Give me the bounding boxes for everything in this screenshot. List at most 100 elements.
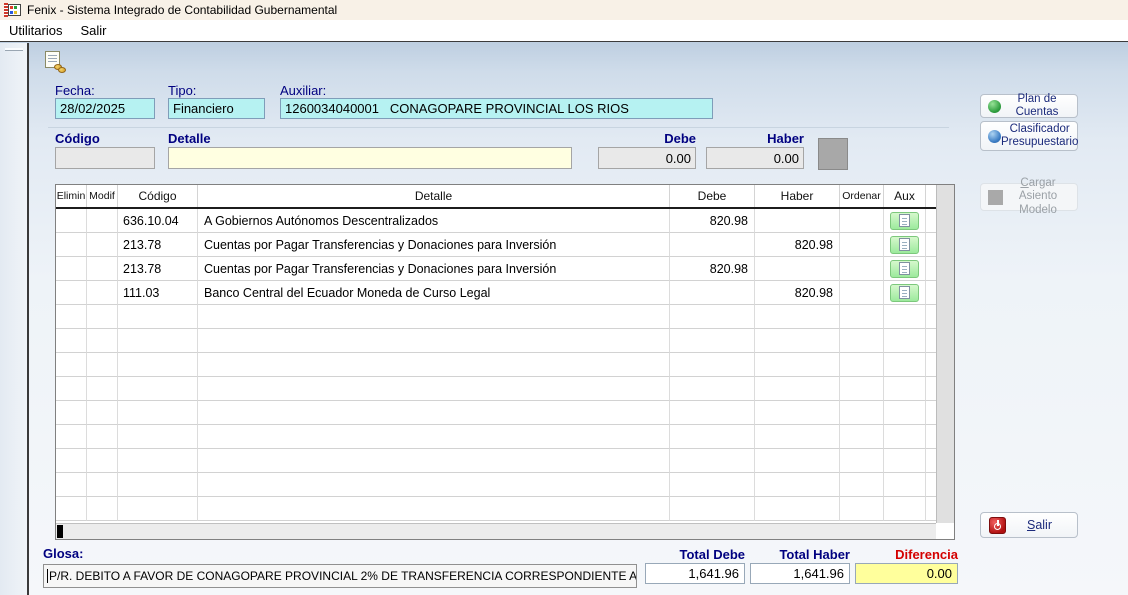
cell-haber [755,209,840,233]
table-row[interactable]: 213.78Cuentas por Pagar Transferencias y… [56,233,936,257]
table-row[interactable] [56,473,936,497]
aux-document-icon [899,238,910,251]
aux-button[interactable] [890,212,919,230]
cell-elimin [56,425,87,449]
aux-button[interactable] [890,236,919,254]
header-detalle: Detalle [198,185,670,207]
cargar-asiento-modelo-button[interactable]: Cargar Asiento Modelo [980,183,1078,211]
total-debe-label: Total Debe [645,547,745,562]
menu-item-salir[interactable]: Salir [71,21,115,40]
haber-input[interactable]: 0.00 [706,147,804,169]
cell-detalle [198,305,670,329]
cell-codigo [118,401,198,425]
diferencia-field: 0.00 [855,563,958,584]
cell-haber: 820.98 [755,233,840,257]
table-row[interactable] [56,377,936,401]
cell-codigo: 213.78 [118,233,198,257]
total-debe-field: 1,641.96 [645,563,745,584]
cell-haber [755,329,840,353]
detalle-input[interactable] [168,147,572,169]
plan-de-cuentas-button[interactable]: Plan de Cuentas [980,94,1078,118]
table-row[interactable] [56,425,936,449]
horizontal-scrollbar[interactable] [56,523,936,539]
cell-aux [884,425,926,449]
cell-ordenar [840,209,884,233]
table-row[interactable] [56,497,936,521]
table-row[interactable]: 636.10.04A Gobiernos Autónomos Descentra… [56,209,936,233]
cell-haber: 820.98 [755,281,840,305]
clasificador-presupuestario-button[interactable]: Clasificador Presupuestario [980,121,1078,151]
cell-modif [87,257,118,281]
cell-elimin [56,401,87,425]
vertical-scrollbar[interactable] [936,185,954,523]
cell-detalle [198,473,670,497]
cell-codigo [118,449,198,473]
aux-document-icon [899,262,910,275]
cell-ordenar [840,353,884,377]
cell-debe [670,401,755,425]
cell-modif [87,281,118,305]
cell-elimin [56,449,87,473]
cell-aux [884,473,926,497]
table-row[interactable] [56,353,936,377]
cell-ordenar [840,449,884,473]
cell-elimin [56,257,87,281]
cell-elimin [56,305,87,329]
fecha-field[interactable]: 28/02/2025 [55,98,155,119]
cell-elimin [56,233,87,257]
add-entry-button[interactable] [818,138,848,170]
debe-input[interactable]: 0.00 [598,147,696,169]
cell-modif [87,425,118,449]
cell-debe [670,281,755,305]
table-row[interactable] [56,401,936,425]
new-entry-button[interactable] [43,50,69,76]
application-window: Fenix - Sistema Integrado de Contabilida… [0,0,1128,595]
cell-aux [884,449,926,473]
cell-filler [926,353,936,377]
cell-ordenar [840,425,884,449]
table-row[interactable]: 213.78Cuentas por Pagar Transferencias y… [56,257,936,281]
cell-haber [755,353,840,377]
cell-filler [926,377,936,401]
horizontal-scrollbar-thumb[interactable] [57,525,63,538]
cell-codigo [118,377,198,401]
total-haber-field: 1,641.96 [750,563,850,584]
cell-codigo [118,353,198,377]
table-row[interactable] [56,449,936,473]
diferencia-label: Diferencia [855,547,958,562]
codigo-input[interactable] [55,147,155,169]
cell-ordenar [840,329,884,353]
aux-button[interactable] [890,260,919,278]
header-debe: Debe [670,185,755,207]
cell-codigo [118,425,198,449]
haber-label: Haber [706,131,804,146]
splitter-grip[interactable] [5,48,23,51]
cell-elimin [56,473,87,497]
entries-table: Elimin Modif Código Detalle Debe Haber O… [55,184,955,540]
cell-detalle [198,449,670,473]
glosa-input[interactable]: P/R. DEBITO A FAVOR DE CONAGOPARE PROVIN… [43,564,637,588]
header-elimin: Elimin [56,185,87,207]
cell-ordenar [840,233,884,257]
table-row[interactable] [56,305,936,329]
cell-modif [87,401,118,425]
cell-codigo [118,329,198,353]
aux-button[interactable] [890,284,919,302]
salir-button[interactable]: Salir [980,512,1078,538]
cell-filler [926,257,936,281]
cell-haber [755,401,840,425]
cell-haber [755,377,840,401]
left-collapsed-panel[interactable] [0,43,29,595]
auxiliar-field[interactable]: 1260034040001 CONAGOPARE PROVINCIAL LOS … [280,98,713,119]
cell-elimin [56,329,87,353]
menu-item-utilitarios[interactable]: Utilitarios [0,21,71,40]
table-row[interactable]: 111.03Banco Central del Ecuador Moneda d… [56,281,936,305]
cell-debe [670,449,755,473]
tipo-field[interactable]: Financiero [168,98,265,119]
cell-ordenar [840,281,884,305]
tipo-label: Tipo: [168,83,196,98]
clasificador-label: Clasificador Presupuestario [1001,123,1078,149]
cell-debe [670,305,755,329]
cell-codigo: 213.78 [118,257,198,281]
table-row[interactable] [56,329,936,353]
